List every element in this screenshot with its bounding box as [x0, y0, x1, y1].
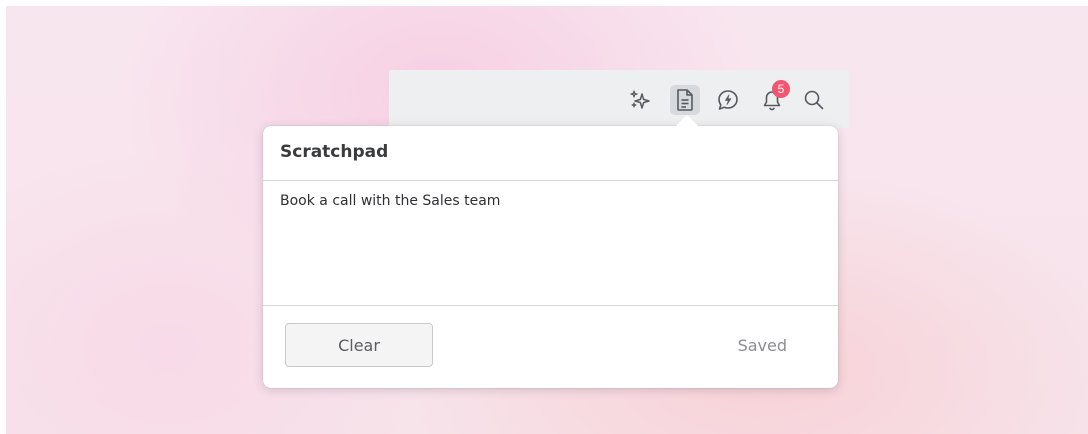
background: 5 Scratchpad Book a call with the Sales … [6, 6, 1088, 434]
search-icon[interactable] [799, 85, 829, 115]
saved-status: Saved [737, 336, 787, 355]
chat-bolt-icon[interactable] [713, 85, 743, 115]
document-icon[interactable] [670, 85, 700, 115]
scratchpad-title: Scratchpad [280, 142, 389, 162]
bell-icon[interactable]: 5 [757, 80, 790, 115]
scratchpad-note-text[interactable]: Book a call with the Sales team [280, 193, 821, 209]
scratchpad-editor[interactable]: Book a call with the Sales team [263, 181, 838, 306]
scratchpad-popover: Scratchpad Book a call with the Sales te… [263, 114, 838, 388]
scratchpad-footer: Clear Saved [263, 306, 838, 388]
notification-badge: 5 [772, 80, 790, 98]
sparkles-icon[interactable] [625, 85, 655, 115]
toolbar: 5 [389, 70, 849, 128]
clear-button[interactable]: Clear [285, 323, 433, 367]
scratchpad-header: Scratchpad [263, 126, 838, 181]
